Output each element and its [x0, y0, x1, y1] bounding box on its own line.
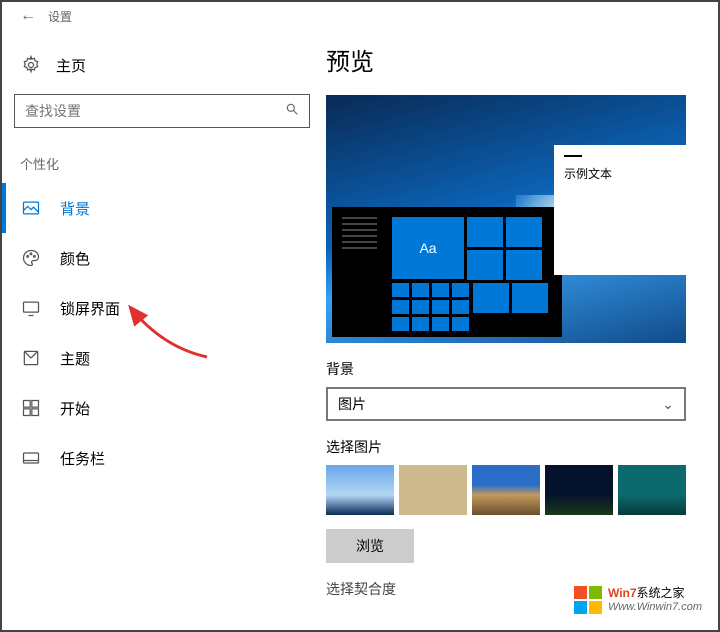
sidebar-item-label: 开始	[60, 398, 90, 419]
watermark: Win7系统之家 Www.Winwin7.com	[574, 586, 702, 614]
thumbnail[interactable]	[545, 465, 613, 515]
section-title: 个性化	[2, 150, 322, 183]
chevron-down-icon: ⌄	[662, 396, 674, 413]
search-icon	[285, 102, 299, 121]
sidebar-item-label: 锁屏界面	[60, 298, 120, 319]
sidebar-item-label: 颜色	[60, 248, 90, 269]
sidebar: 主页 个性化 背景 颜色 锁屏界面	[2, 30, 322, 630]
sidebar-item-start[interactable]: 开始	[2, 383, 322, 433]
thumbnail[interactable]	[618, 465, 686, 515]
palette-icon	[20, 247, 42, 269]
sidebar-item-themes[interactable]: 主题	[2, 333, 322, 383]
browse-button[interactable]: 浏览	[326, 529, 414, 563]
background-select-value: 图片	[338, 394, 366, 414]
main-panel: 预览 Aa	[322, 30, 718, 630]
sidebar-item-lockscreen[interactable]: 锁屏界面	[2, 283, 322, 333]
monitor-icon	[20, 297, 42, 319]
sidebar-item-taskbar[interactable]: 任务栏	[2, 433, 322, 483]
sample-window: 示例文本	[554, 145, 686, 275]
home-label: 主页	[56, 55, 86, 76]
background-select[interactable]: 图片 ⌄	[326, 387, 686, 421]
sidebar-item-colors[interactable]: 颜色	[2, 233, 322, 283]
sidebar-item-background[interactable]: 背景	[2, 183, 322, 233]
back-icon[interactable]: ←	[20, 7, 36, 25]
taskbar-icon	[20, 447, 42, 469]
preview-heading: 预览	[326, 42, 712, 77]
picture-icon	[20, 197, 42, 219]
search-box[interactable]	[14, 94, 310, 128]
sample-text: 示例文本	[564, 165, 676, 182]
sample-tile-aa: Aa	[392, 217, 464, 279]
thumbnail[interactable]	[472, 465, 540, 515]
choose-picture-label: 选择图片	[326, 437, 686, 457]
theme-icon	[20, 347, 42, 369]
background-label: 背景	[326, 359, 686, 379]
desktop-preview: Aa 示例文本	[326, 95, 686, 343]
home-row[interactable]: 主页	[2, 48, 322, 94]
thumbnail[interactable]	[399, 465, 467, 515]
sidebar-item-label: 主题	[60, 348, 90, 369]
sidebar-item-label: 背景	[60, 198, 90, 219]
search-input[interactable]	[25, 103, 258, 119]
window-title: 设置	[48, 8, 72, 25]
picture-thumbnails	[326, 465, 686, 515]
sidebar-item-label: 任务栏	[60, 448, 105, 469]
windows-logo-icon	[574, 586, 602, 614]
thumbnail[interactable]	[326, 465, 394, 515]
start-icon	[20, 397, 42, 419]
gear-icon	[20, 54, 42, 76]
